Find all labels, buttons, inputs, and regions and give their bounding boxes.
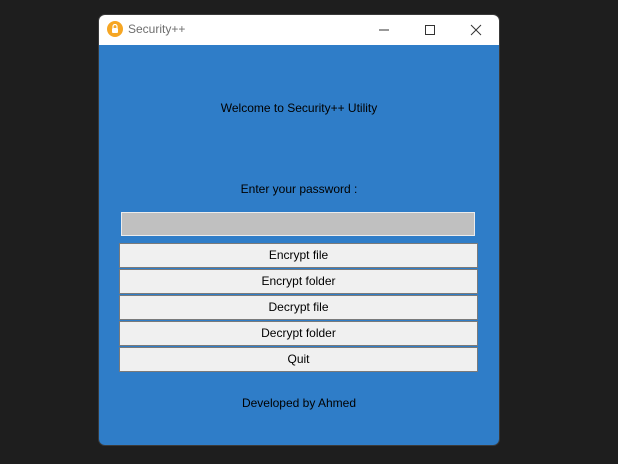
decrypt-file-button[interactable]: Decrypt file xyxy=(119,295,478,320)
title-bar[interactable]: Security++ xyxy=(99,15,499,45)
maximize-icon xyxy=(425,25,435,35)
window-title: Security++ xyxy=(128,22,186,36)
developer-credit: Developed by Ahmed xyxy=(241,396,357,410)
welcome-label: Welcome to Security++ Utility xyxy=(220,101,378,115)
encrypt-file-button[interactable]: Encrypt file xyxy=(119,243,478,268)
minimize-button[interactable] xyxy=(361,15,407,45)
lock-icon xyxy=(107,21,123,37)
main-panel: Welcome to Security++ Utility Enter your… xyxy=(99,45,499,445)
password-input[interactable] xyxy=(121,212,475,236)
maximize-button[interactable] xyxy=(407,15,453,45)
quit-button[interactable]: Quit xyxy=(119,347,478,372)
encrypt-folder-button[interactable]: Encrypt folder xyxy=(119,269,478,294)
close-button[interactable] xyxy=(453,15,499,45)
close-icon xyxy=(470,24,482,36)
decrypt-folder-button[interactable]: Decrypt folder xyxy=(119,321,478,346)
minimize-icon xyxy=(379,29,389,31)
password-prompt-label: Enter your password : xyxy=(240,182,358,196)
app-window: Security++ Welcome to Security++ Utility… xyxy=(99,15,499,445)
